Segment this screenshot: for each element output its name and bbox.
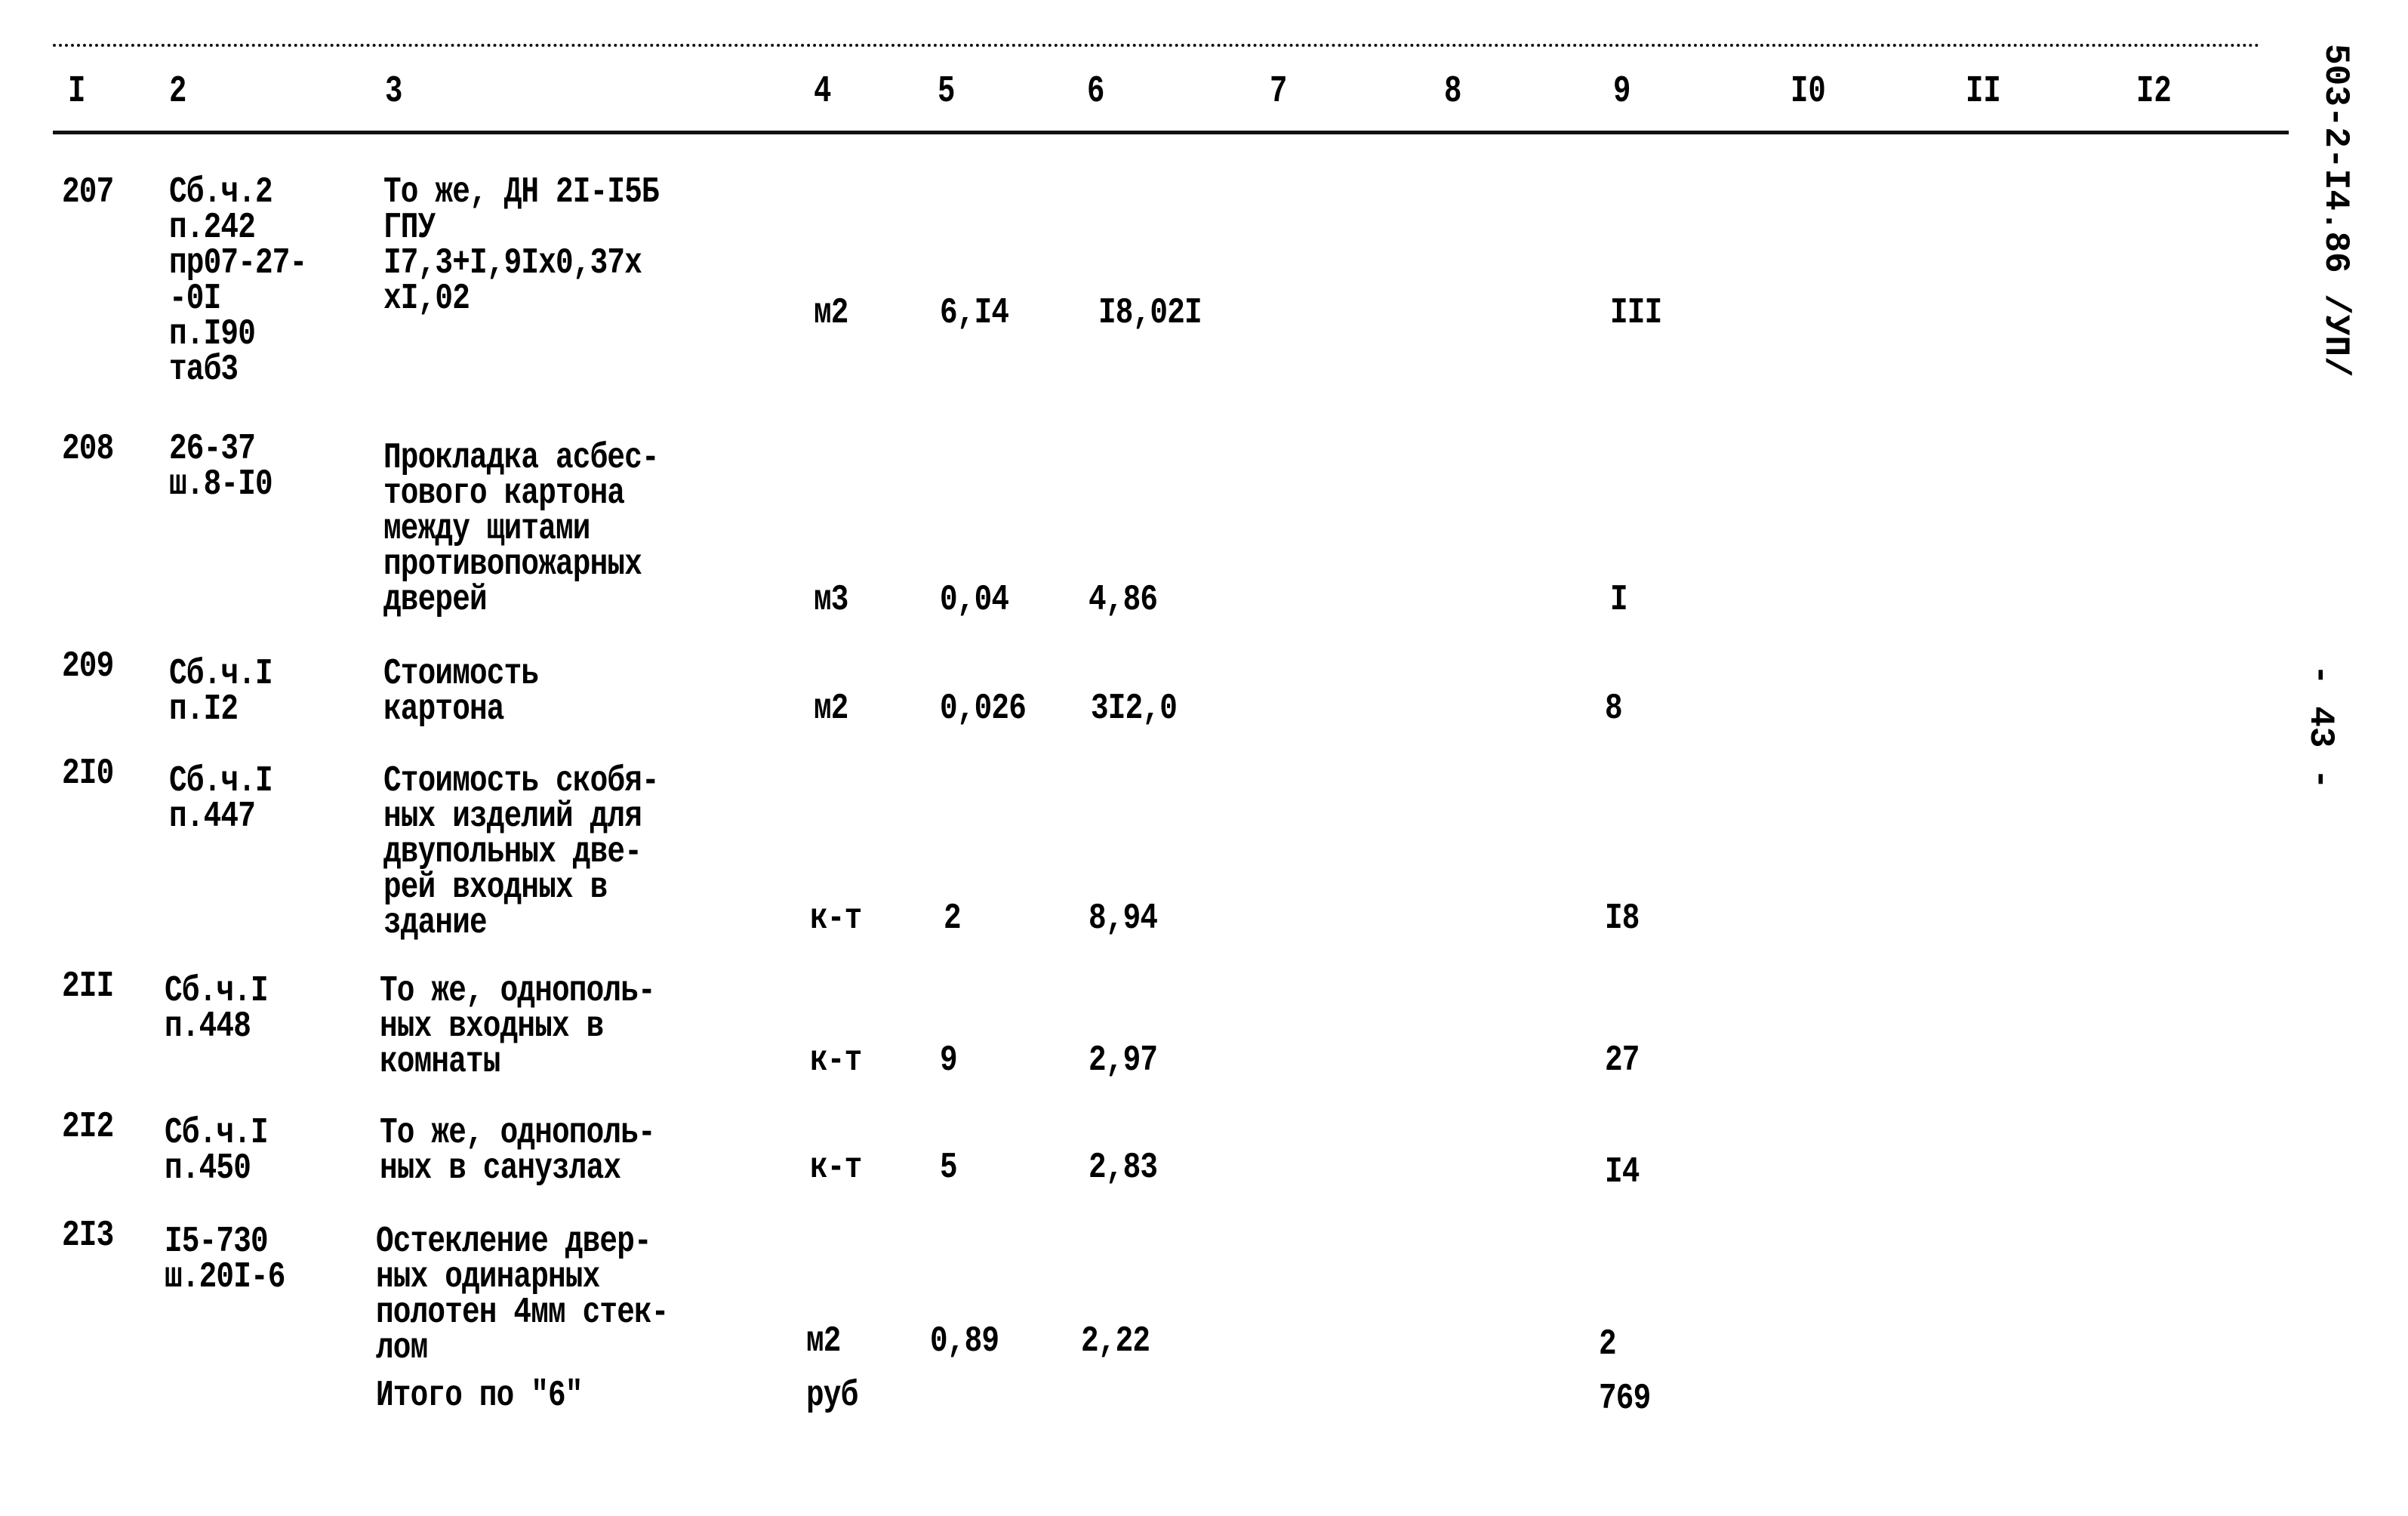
summary-label: Итого по "6" [376, 1376, 583, 1416]
column-header-7: 7 [1270, 70, 1288, 113]
row-unit: м3 [814, 580, 848, 621]
row-unit: к-т [810, 1040, 862, 1081]
row-number: 209 [62, 646, 114, 687]
row-description: То же, однополь- ных входных в комнаты [380, 971, 656, 1083]
column-header-4: 4 [814, 70, 832, 113]
row-total: I4 [1605, 1152, 1640, 1193]
row-unit-price: I8,02I [1098, 293, 1202, 334]
row-description: То же, однополь- ных в санузлах [380, 1113, 656, 1189]
header-top-rule [53, 44, 2261, 47]
row-description: Стоимость картона [383, 654, 539, 730]
row-reference: Сб.ч.I п.I2 [169, 654, 273, 730]
row-total: 2 [1599, 1324, 1617, 1365]
row-reference: Сб.ч.I п.447 [169, 761, 273, 837]
row-unit: м2 [806, 1321, 841, 1362]
column-header-12: I2 [2136, 70, 2172, 113]
row-unit: к-т [810, 898, 862, 939]
row-reference: 26-37 ш.8-I0 [169, 429, 273, 505]
column-header-1: I [68, 70, 86, 113]
summary-unit: руб [806, 1376, 858, 1416]
row-number: 2I0 [62, 753, 114, 794]
row-reference: I5-730 ш.20I-6 [165, 1222, 285, 1298]
row-reference: Сб.ч.I п.448 [165, 971, 269, 1047]
column-header-11: II [1966, 70, 2001, 113]
row-unit: к-т [810, 1148, 862, 1188]
document-code: 503-2-I4.86 /УП/ [2316, 44, 2355, 377]
row-unit-price: 2,97 [1089, 1040, 1158, 1081]
row-total: I [1610, 580, 1628, 621]
column-header-10: I0 [1791, 70, 1826, 113]
row-quantity: 0,04 [940, 580, 1009, 621]
row-quantity: 5 [940, 1148, 958, 1188]
column-header-9: 9 [1613, 70, 1631, 113]
row-unit-price: 2,83 [1089, 1148, 1158, 1188]
row-unit: м2 [814, 293, 848, 334]
row-reference: Сб.ч.2 п.242 пр07-27- -0I п.I90 таб3 [169, 172, 307, 390]
column-header-2: 2 [169, 70, 187, 113]
row-unit-price: 3I2,0 [1091, 689, 1178, 729]
header-bottom-rule [53, 131, 2289, 134]
row-quantity: 6,I4 [940, 293, 1009, 334]
row-description: То же, ДН 2I-I5Б ГПУ I7,3+I,9Ix0,37x xI,… [383, 172, 660, 319]
document-page: I 2 3 4 5 6 7 8 9 I0 II I2 207 Сб.ч.2 п.… [0, 0, 2408, 1516]
row-number: 2I2 [62, 1107, 114, 1148]
row-description: Стоимость скобя- ных изделий для двуполь… [383, 761, 660, 944]
row-total: 8 [1605, 689, 1623, 729]
summary-total: 769 [1599, 1379, 1651, 1419]
column-header-8: 8 [1444, 70, 1462, 113]
row-reference: Сб.ч.I п.450 [165, 1113, 269, 1189]
column-header-3: 3 [385, 70, 403, 113]
row-description: Остекление двер- ных одинарных полотен 4… [376, 1222, 669, 1369]
row-total: I8 [1605, 898, 1640, 939]
row-unit-price: 4,86 [1089, 580, 1158, 621]
row-total: III [1610, 293, 1662, 334]
row-unit: м2 [814, 689, 848, 729]
row-quantity: 0,026 [940, 689, 1027, 729]
page-number: - 43 - [2301, 664, 2340, 790]
row-number: 208 [62, 429, 114, 470]
row-quantity: 0,89 [930, 1321, 999, 1362]
row-number: 2II [62, 966, 114, 1007]
row-unit-price: 2,22 [1081, 1321, 1150, 1362]
column-header-5: 5 [938, 70, 956, 113]
column-header-6: 6 [1087, 70, 1105, 113]
row-unit-price: 8,94 [1089, 898, 1158, 939]
row-description: Прокладка асбес- тового картона между щи… [383, 438, 660, 621]
row-quantity: 2 [944, 898, 962, 939]
row-quantity: 9 [940, 1040, 958, 1081]
row-number: 207 [62, 172, 114, 213]
row-total: 27 [1605, 1040, 1640, 1081]
row-number: 2I3 [62, 1216, 114, 1256]
